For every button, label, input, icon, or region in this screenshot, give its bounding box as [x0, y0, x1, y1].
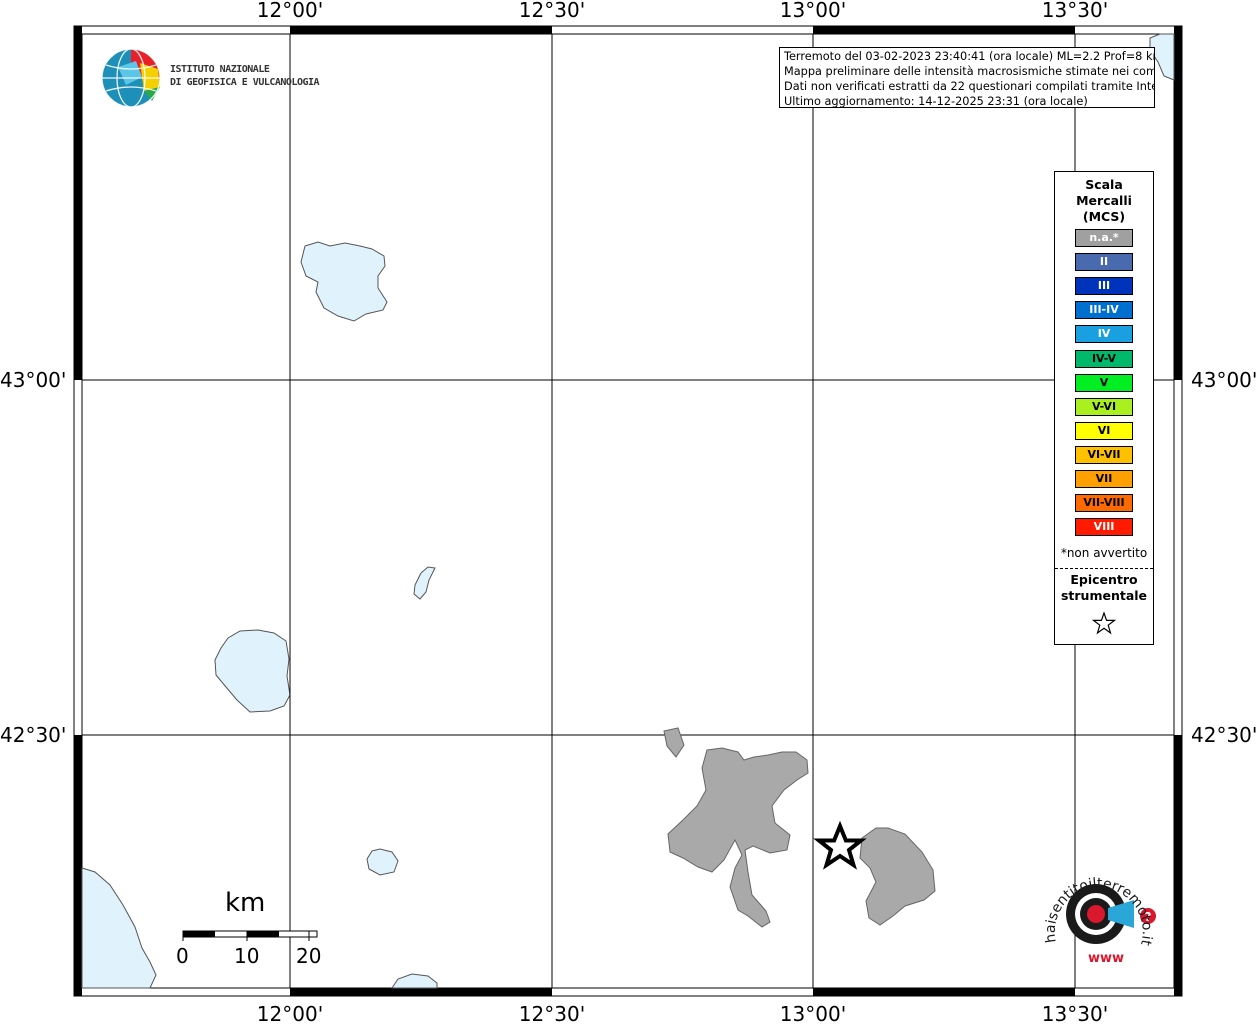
lat-label-left-1: 43°00': [0, 368, 66, 392]
lon-label-bottom-1: 12°00': [257, 1002, 323, 1024]
frame-corner-tr: [1174, 26, 1182, 34]
legend-epicenter-label: Epicentro strumentale: [1055, 572, 1153, 604]
legend-title-line1: Scala: [1085, 177, 1123, 192]
event-info-line2: Mappa preliminare delle intensità macros…: [784, 65, 1155, 78]
legend-swatch-3: III-IV: [1075, 301, 1133, 320]
legend-swatch-7: V-VI: [1075, 397, 1133, 416]
legend-swatch-10: VII: [1075, 470, 1133, 488]
legend-title-line3: (MCS): [1082, 209, 1126, 224]
lat-label-right-1: 43°00': [1191, 368, 1256, 392]
ingv-text: ISTITUTO NAZIONALE DI GEOFISICA E VULCAN…: [170, 63, 320, 89]
ingv-logo: ISTITUTO NAZIONALE DI GEOFISICA E VULCAN…: [100, 47, 320, 111]
scale-bar-tick-10: 10: [234, 944, 260, 968]
legend-swatch-12: VIII: [1075, 518, 1133, 537]
legend-swatch-0: n.a.*: [1075, 229, 1133, 247]
frame-segment-right-1: [1174, 34, 1182, 380]
legend-note: *non avvertito: [1060, 546, 1148, 560]
map-frame-inner: [81, 33, 1175, 989]
frame-segment-left-1: [74, 34, 82, 380]
frame-segment-top-1: [290, 26, 552, 34]
scale-bar: km 0 10 20: [175, 888, 335, 968]
scale-bar-tick-0: 0: [176, 944, 189, 968]
legend-separator: [1055, 568, 1153, 569]
mcs-legend: Scala Mercalli (MCS) n.a.* II III III-IV IV I…: [1054, 171, 1154, 645]
frame-segment-top-2: [813, 26, 1075, 34]
scale-bar-tick-20: 20: [296, 944, 322, 968]
event-info-line4: Ultimo aggiornamento: 14-12-2025 23:31 (…: [784, 95, 1088, 108]
scale-bar-unit: km: [225, 888, 266, 918]
legend-star-icon: [1091, 611, 1117, 635]
frame-segment-right-2: [1174, 735, 1182, 988]
lon-label-bottom-3: 13°00': [780, 1002, 846, 1024]
frame-corner-tl: [74, 26, 82, 34]
lon-label-top-4: 13°30': [1042, 0, 1108, 22]
event-info-line1: Terremoto del 03-02-2023 23:40:41 (ora l…: [784, 50, 1155, 63]
lon-label-top-3: 13°00': [780, 0, 846, 22]
lon-label-top-1: 12°00': [257, 0, 323, 22]
frame-segment-left-2: [74, 735, 82, 988]
legend-swatch-11: VII-VIII: [1075, 494, 1133, 513]
legend-swatch-4: IV: [1075, 325, 1133, 344]
lat-label-right-2: 42°30': [1191, 723, 1256, 747]
frame-segment-bottom-2: [813, 988, 1075, 996]
haisentito-logo-www: www: [1088, 951, 1124, 966]
frame-segment-bottom-1: [290, 988, 552, 996]
legend-title-line2: Mercalli: [1076, 193, 1132, 208]
lon-label-top-2: 12°30': [519, 0, 585, 22]
legend-swatch-9: VI-VII: [1075, 445, 1133, 464]
ingv-text-line2: DI GEOFISICA E VULCANOLOGIA: [170, 77, 320, 88]
event-info-line3: Dati non verificati estratti da 22 quest…: [784, 80, 1155, 93]
haisentito-logo: ? haisentitoilterremoto.it www: [1043, 876, 1156, 966]
legend-swatch-1: II: [1075, 253, 1133, 272]
ingv-globe-icon: [101, 48, 161, 108]
lon-label-bottom-4: 13°30': [1042, 1002, 1108, 1024]
frame-corner-bl: [74, 988, 82, 996]
legend-swatch-6: V: [1075, 373, 1133, 392]
legend-epicenter-line2: strumentale: [1060, 588, 1148, 603]
lon-label-bottom-2: 12°30': [519, 1002, 585, 1024]
legend-swatch-2: III: [1075, 277, 1133, 296]
legend-swatch-8: VI: [1075, 421, 1133, 440]
lat-label-left-2: 42°30': [0, 723, 66, 747]
legend-epicenter-line1: Epicentro: [1070, 572, 1138, 587]
ingv-text-line1: ISTITUTO NAZIONALE: [170, 64, 270, 75]
frame-corner-br: [1174, 988, 1182, 996]
legend-swatch-5: IV-V: [1075, 349, 1133, 368]
event-info-box: Terremoto del 03-02-2023 23:40:41 (ora l…: [779, 47, 1155, 108]
legend-title: Scala Mercalli (MCS): [1055, 177, 1153, 225]
